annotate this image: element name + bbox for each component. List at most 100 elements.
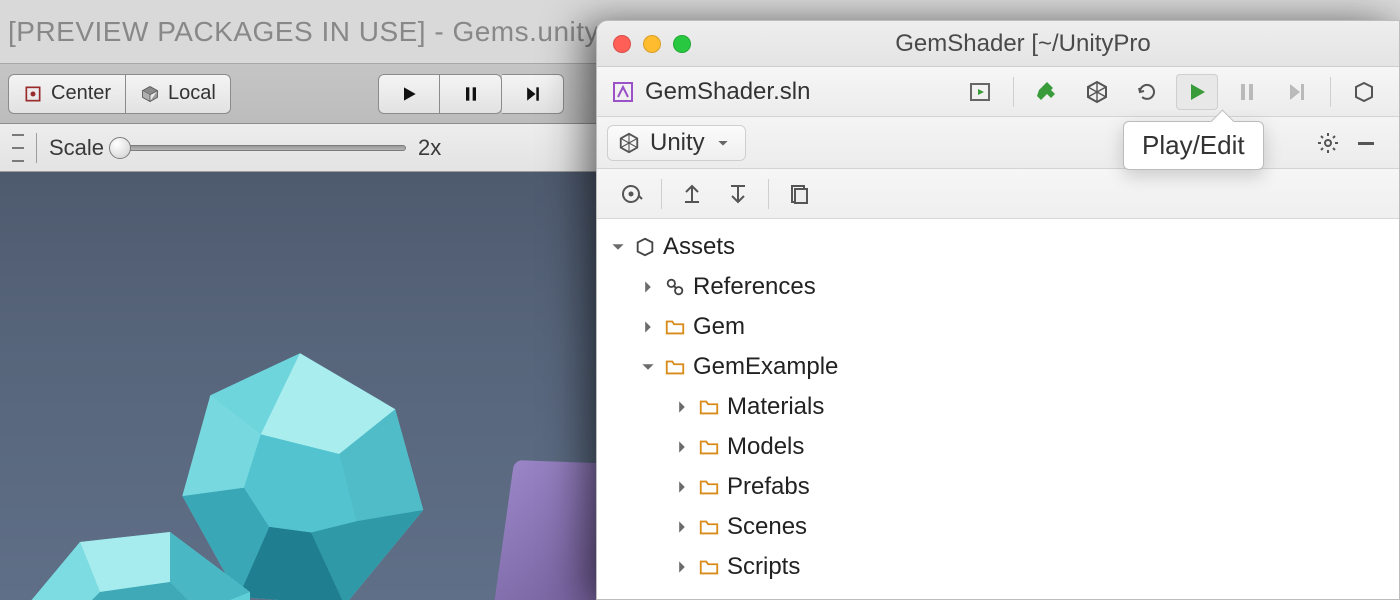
step-unity-button[interactable] (1276, 74, 1318, 110)
hide-panel-button[interactable] (1347, 124, 1385, 162)
locate-in-tree-button[interactable] (611, 176, 651, 212)
pause-button[interactable] (440, 74, 502, 114)
target-icon (619, 182, 643, 206)
panel-drag-handle-icon[interactable] (12, 134, 24, 162)
pivot-center-label: Center (51, 82, 111, 105)
chevron-down-icon[interactable] (639, 360, 657, 374)
play-green-icon (1185, 80, 1209, 104)
play-button[interactable] (378, 74, 440, 114)
chevron-down-icon (715, 135, 731, 151)
refresh-button[interactable] (1126, 74, 1168, 110)
scale-slider-thumb[interactable] (109, 137, 131, 159)
solution-icon (611, 80, 635, 104)
folder-icon (663, 356, 687, 378)
folder-icon (697, 516, 721, 538)
play-icon (399, 84, 419, 104)
rider-title-bar[interactable]: GemShader [~/UnityPro (597, 21, 1399, 67)
tooltip-play-edit: Play/Edit (1123, 121, 1264, 170)
refresh-icon (1135, 80, 1159, 104)
step-icon (523, 84, 543, 104)
tree-node-label: Scenes (727, 513, 807, 541)
pause-icon (1235, 80, 1259, 104)
folder-icon (697, 476, 721, 498)
unity-cube-icon (633, 236, 657, 258)
expand-all-icon (680, 182, 704, 206)
attach-unity-button[interactable] (1076, 74, 1118, 110)
chevron-right-icon[interactable] (639, 280, 657, 294)
rider-window-title: GemShader [~/UnityPro (703, 30, 1383, 58)
pause-unity-button[interactable] (1226, 74, 1268, 110)
folder-icon (697, 396, 721, 418)
tree-node-label: Prefabs (727, 473, 810, 501)
handle-local-button[interactable]: Local (126, 74, 231, 114)
select-target-button[interactable] (959, 74, 1001, 110)
tree-folder-gemexample[interactable]: GemExample (603, 347, 1391, 387)
pivot-center-button[interactable]: Center (8, 74, 126, 114)
tree-node-label: Scripts (727, 553, 800, 581)
tree-folder-scripts[interactable]: Scripts (603, 547, 1391, 587)
solution-explorer-tree[interactable]: Assets References Gem GemExample Materia (597, 219, 1399, 599)
scale-slider[interactable] (116, 145, 406, 151)
tree-folder-prefabs[interactable]: Prefabs (603, 467, 1391, 507)
collapse-all-icon (726, 182, 750, 206)
unity-logo-icon (618, 132, 640, 154)
tree-node-label: References (693, 273, 816, 301)
scale-value: 2x (418, 135, 441, 161)
step-icon (1285, 80, 1309, 104)
run-configuration-label: Unity (650, 129, 705, 157)
tree-node-references[interactable]: References (603, 267, 1391, 307)
folder-icon (663, 316, 687, 338)
play-edit-button[interactable] (1176, 74, 1218, 110)
references-icon (663, 276, 687, 298)
chevron-down-icon[interactable] (609, 240, 627, 254)
handle-local-label: Local (168, 82, 216, 105)
show-all-files-button[interactable] (779, 176, 819, 212)
tooltip-text: Play/Edit (1142, 130, 1245, 160)
target-play-icon (968, 80, 992, 104)
chevron-right-icon[interactable] (673, 560, 691, 574)
files-icon (787, 182, 811, 206)
chevron-right-icon[interactable] (639, 320, 657, 334)
tree-node-label: GemExample (693, 353, 838, 381)
tree-node-label: Assets (663, 233, 735, 261)
tree-node-label: Gem (693, 313, 745, 341)
tree-folder-scenes[interactable]: Scenes (603, 507, 1391, 547)
solution-explorer-toolbar (597, 169, 1399, 219)
tree-node-label: Materials (727, 393, 824, 421)
expand-all-button[interactable] (672, 176, 712, 212)
step-button[interactable] (502, 74, 564, 114)
separator (768, 179, 769, 209)
tree-folder-models[interactable]: Models (603, 427, 1391, 467)
collapse-all-button[interactable] (718, 176, 758, 212)
run-configuration-selector[interactable]: Unity (607, 125, 746, 161)
window-traffic-lights (613, 35, 691, 53)
minimize-icon (1354, 131, 1378, 155)
chevron-right-icon[interactable] (673, 400, 691, 414)
separator (661, 179, 662, 209)
tree-folder-gem[interactable]: Gem (603, 307, 1391, 347)
folder-icon (697, 436, 721, 458)
tree-folder-materials[interactable]: Materials (603, 387, 1391, 427)
separator (1330, 77, 1331, 107)
chevron-right-icon[interactable] (673, 520, 691, 534)
solution-selector[interactable]: GemShader.sln (611, 78, 810, 106)
unity-window-title: [PREVIEW PACKAGES IN USE] - Gems.unity -… (8, 16, 664, 48)
build-button[interactable] (1026, 74, 1068, 110)
stop-button[interactable] (1343, 74, 1385, 110)
unity-cube-icon (1352, 80, 1376, 104)
panel-settings-button[interactable] (1309, 124, 1347, 162)
rider-main-toolbar: GemShader.sln (597, 67, 1399, 117)
window-minimize-button[interactable] (643, 35, 661, 53)
tree-root-assets[interactable]: Assets (603, 227, 1391, 267)
window-close-button[interactable] (613, 35, 631, 53)
hammer-icon (1035, 80, 1059, 104)
separator (1013, 77, 1014, 107)
window-zoom-button[interactable] (673, 35, 691, 53)
separator (36, 133, 37, 163)
unity-logo-icon (1085, 80, 1109, 104)
pause-icon (461, 84, 481, 104)
chevron-right-icon[interactable] (673, 480, 691, 494)
chevron-right-icon[interactable] (673, 440, 691, 454)
center-pivot-icon (23, 84, 43, 104)
rider-run-config-bar: Unity (597, 117, 1399, 169)
